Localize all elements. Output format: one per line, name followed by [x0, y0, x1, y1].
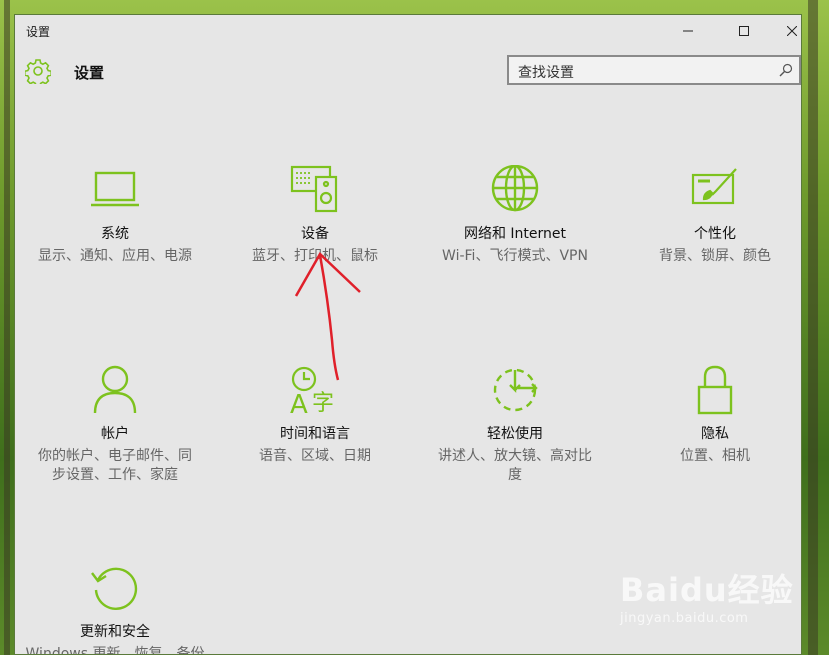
tile-description: 位置、相机 — [680, 448, 750, 464]
tile-description: 语音、区域、日期 — [259, 448, 371, 464]
tile-label: 设备 — [301, 226, 329, 242]
personalization-icon — [691, 168, 737, 205]
tile-description: 背景、锁屏、颜色 — [659, 248, 771, 264]
laptop-icon — [91, 171, 139, 207]
tile-label: 隐私 — [701, 426, 729, 442]
maximize-button[interactable] — [721, 15, 767, 47]
tile-time-language[interactable]: A 字 时间和语言 语音、区域、日期 — [225, 365, 405, 466]
tile-personalization[interactable]: 个性化 背景、锁屏、颜色 — [625, 165, 801, 266]
person-icon — [93, 365, 137, 414]
tile-label: 更新和安全 — [80, 624, 150, 640]
close-button[interactable] — [769, 15, 801, 47]
tile-privacy[interactable]: 隐私 位置、相机 — [625, 365, 801, 466]
watermark-logo: Baidu经验 — [620, 571, 794, 609]
tile-description: 显示、通知、应用、电源 — [38, 248, 192, 264]
search-input[interactable]: 查找设置 — [518, 62, 574, 82]
ease-of-access-icon — [493, 368, 538, 412]
close-icon — [787, 26, 797, 36]
tile-label: 轻松使用 — [487, 426, 543, 442]
minimize-button[interactable] — [665, 15, 711, 47]
minimize-icon — [683, 30, 693, 32]
tile-description: Wi-Fi、飞行模式、VPN — [442, 248, 588, 264]
settings-window: 设置 设置 查找设置 系统 显示、通知、应用、电源 设备 蓝牙、打印机、鼠标 网… — [14, 14, 802, 655]
tile-description: 蓝牙、打印机、鼠标 — [252, 248, 378, 264]
tile-label: 系统 — [101, 226, 129, 242]
maximize-icon — [739, 26, 749, 36]
tile-label: 帐户 — [101, 426, 129, 442]
background-tree — [4, 0, 10, 655]
tile-update-security[interactable]: 更新和安全 Windows 更新、恢复、备份 — [25, 563, 205, 655]
tile-label: 个性化 — [694, 226, 736, 242]
page-title: 设置 — [74, 64, 105, 82]
update-icon — [91, 567, 138, 610]
tile-description: Windows 更新、恢复、备份 — [25, 646, 205, 655]
tile-description: 你的帐户、电子邮件、同步设置、工作、家庭 — [38, 448, 192, 483]
devices-icon — [290, 165, 338, 213]
tile-network[interactable]: 网络和 Internet Wi-Fi、飞行模式、VPN — [425, 165, 605, 266]
tile-label: 时间和语言 — [280, 426, 350, 442]
tile-label: 网络和 Internet — [463, 226, 567, 242]
tile-ease-of-access[interactable]: 轻松使用 讲述人、放大镜、高对比度 — [425, 365, 605, 485]
lock-icon — [697, 365, 733, 415]
globe-icon — [491, 165, 539, 212]
tile-description: 讲述人、放大镜、高对比度 — [438, 448, 592, 483]
gear-icon — [25, 59, 51, 84]
background-tree — [808, 0, 818, 655]
tile-system[interactable]: 系统 显示、通知、应用、电源 — [25, 165, 205, 266]
tile-devices[interactable]: 设备 蓝牙、打印机、鼠标 — [225, 165, 405, 266]
time-language-icon: A 字 — [290, 366, 334, 415]
search-box[interactable]: 查找设置 — [507, 55, 801, 85]
search-icon[interactable] — [779, 63, 793, 77]
window-title: 设置 — [26, 25, 51, 39]
tile-accounts[interactable]: 帐户 你的帐户、电子邮件、同步设置、工作、家庭 — [25, 365, 205, 485]
svg-text:A: A — [290, 390, 308, 415]
svg-text:字: 字 — [312, 391, 334, 415]
baidu-watermark: Baidu经验 jingyan.baidu.com — [620, 565, 794, 626]
title-bar[interactable]: 设置 — [15, 15, 801, 47]
watermark-url: jingyan.baidu.com — [620, 611, 749, 626]
